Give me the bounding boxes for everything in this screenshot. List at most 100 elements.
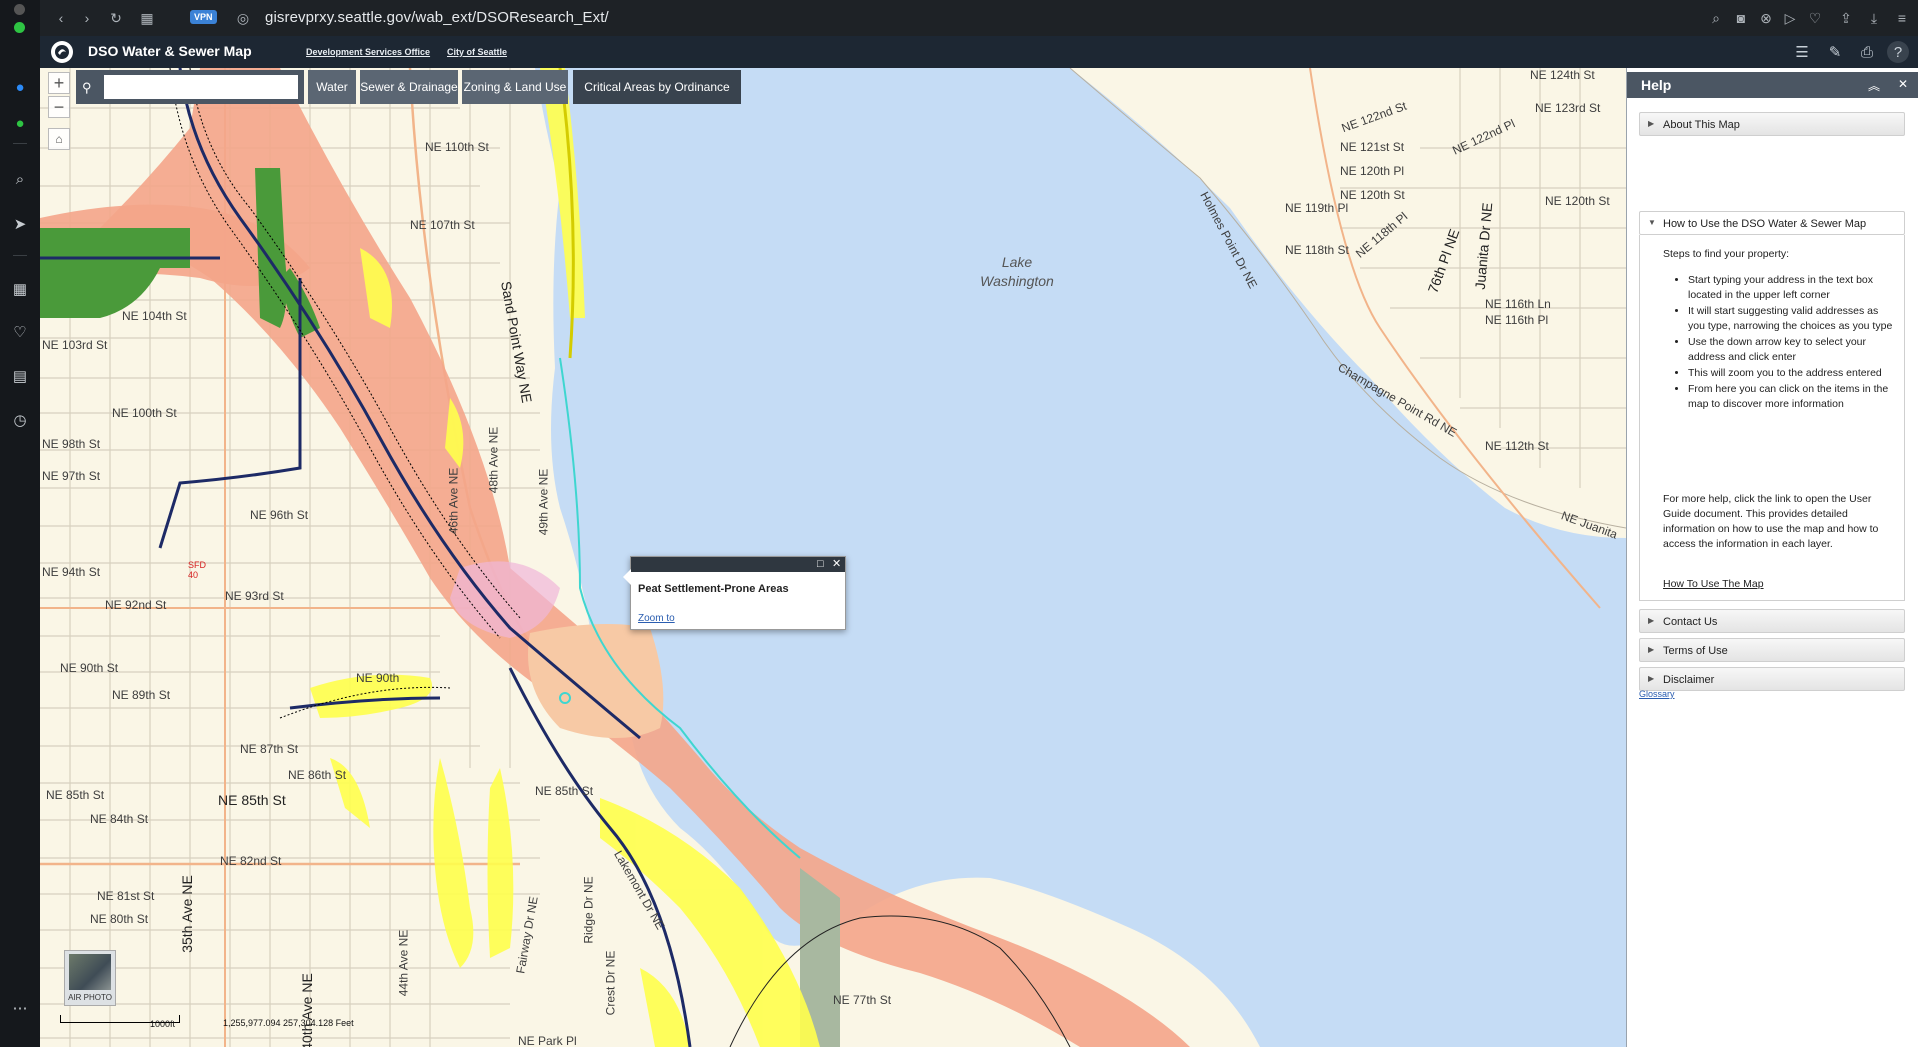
street-label: NE 93rd St [225, 589, 284, 603]
help-header: Help ︽ ✕ [1627, 72, 1918, 98]
address-bar[interactable]: gisrevprxy.seattle.gov/wab_ext/DSOResear… [265, 9, 609, 26]
accordion-contact[interactable]: ▶ Contact Us [1639, 609, 1905, 633]
street-label: NE Park Pl [518, 1034, 577, 1047]
street-label: NE 119th Pl [1285, 201, 1349, 215]
home-button[interactable]: ⌂ [48, 128, 70, 150]
accordion-terms[interactable]: ▶ Terms of Use [1639, 638, 1905, 662]
tabs-icon[interactable]: ▦ [137, 8, 157, 28]
search-icon[interactable]: ⚲ [82, 80, 92, 96]
app-title: DSO Water & Sewer Map [88, 43, 252, 59]
tab-sewer-drainage[interactable]: Sewer & Drainage [360, 70, 458, 104]
help-icon[interactable]: ? [1887, 41, 1909, 63]
download-icon[interactable]: ⤓ [1864, 8, 1884, 28]
heart-icon[interactable]: ♡ [1805, 8, 1825, 28]
air-photo-label: AIR PHOTO [68, 993, 112, 1002]
send-icon[interactable]: ▷ [1780, 8, 1800, 28]
tab-zoning-land-use[interactable]: Zoning & Land Use [462, 70, 568, 104]
air-photo-thumbnail [69, 954, 111, 990]
street-label: NE 120th St [1340, 188, 1405, 202]
apps-icon[interactable]: ▦ [8, 277, 32, 301]
heart-icon[interactable]: ♡ [8, 320, 32, 344]
back-icon[interactable]: ‹ [51, 8, 71, 28]
chevron-right-icon: ▶ [1648, 674, 1655, 683]
forward-icon[interactable]: › [77, 8, 97, 28]
city-of-seattle-link[interactable]: City of Seattle [447, 47, 507, 57]
street-label: NE 85th St [535, 784, 594, 798]
search-icon[interactable]: ⌕ [8, 167, 32, 191]
block-icon[interactable]: ⊗ [1756, 8, 1776, 28]
street-label: 40th Ave NE [298, 973, 315, 1047]
street-label: NE 80th St [90, 912, 149, 926]
popup-title: Peat Settlement-Prone Areas [638, 583, 789, 595]
zoom-out-button[interactable]: − [48, 96, 70, 118]
street-label: NE 84th St [90, 812, 149, 826]
vpn-badge[interactable]: VPN [190, 10, 217, 24]
list-item: From here you can click on the items in … [1688, 382, 1898, 412]
coordinate-readout: 1,255,977.094 257,304.128 Feet [223, 1018, 354, 1028]
help-panel: Help ︽ ✕ ▶ About This Map ▼ How to Use t… [1626, 68, 1918, 1047]
accordion-how-to-use[interactable]: ▼ How to Use the DSO Water & Sewer Map [1639, 211, 1905, 235]
street-label: NE 87th St [240, 742, 299, 756]
street-label: NE 118th St [1285, 243, 1349, 257]
search-input[interactable] [104, 75, 298, 99]
close-icon[interactable]: ✕ [1898, 77, 1908, 91]
whatsapp-icon[interactable]: ● [8, 111, 32, 135]
street-label: NE 104th St [122, 309, 187, 323]
tab-water[interactable]: Water [308, 70, 356, 104]
how-to-use-link[interactable]: How To Use The Map [1663, 578, 1764, 590]
street-label: Crest Dr NE [603, 950, 618, 1016]
browser-toolbar: ‹ › ↻ ▦ VPN ◎ gisrevprxy.seattle.gov/wab… [40, 0, 1918, 36]
globe-icon: ◎ [236, 9, 250, 26]
accordion-about[interactable]: ▶ About This Map [1639, 112, 1905, 136]
menu-icon[interactable]: ≡ [1892, 8, 1912, 28]
dso-link[interactable]: Development Services Office [306, 47, 430, 57]
print-icon[interactable]: ⎙ [1855, 41, 1879, 63]
window-close-dot[interactable] [14, 4, 25, 15]
street-label: NE 120th St [1545, 194, 1610, 208]
window-maximize-dot[interactable] [14, 22, 25, 33]
street-label: NE 123rd St [1535, 101, 1601, 115]
zoom-in-button[interactable]: + [48, 72, 70, 94]
measure-icon[interactable]: ✎ [1823, 41, 1847, 63]
sidebar-divider [13, 255, 27, 256]
reload-icon[interactable]: ↻ [106, 8, 126, 28]
layer-list-icon[interactable]: ☰ [1790, 41, 1814, 63]
list-item: Start typing your address in the text bo… [1688, 273, 1898, 303]
more-icon[interactable]: ⋯ [8, 996, 32, 1020]
street-label: NE 77th St [833, 993, 892, 1007]
street-label: Ridge Dr NE [581, 876, 596, 944]
street-label: 35th Ave NE [178, 875, 195, 953]
accordion-label: About This Map [1663, 119, 1740, 131]
map-view[interactable]: + − ⌂ ⚲ Water Sewer & Drainage Zoning & … [40, 68, 1626, 1047]
send-icon[interactable]: ➤ [8, 212, 32, 236]
glossary-link[interactable]: Glossary [1639, 689, 1675, 699]
close-icon[interactable]: ✕ [832, 557, 841, 572]
tab-critical-areas[interactable]: Critical Areas by Ordinance [573, 70, 741, 104]
street-label: NE 98th St [42, 437, 101, 451]
street-label: NE 90th St [60, 661, 119, 675]
list-item: This will zoom you to the address entere… [1688, 366, 1898, 381]
street-label: NE 110th St [425, 140, 489, 154]
share-icon[interactable]: ⇪ [1836, 8, 1856, 28]
camera-icon[interactable]: ◙ [1731, 8, 1751, 28]
street-label: NE 85th St [46, 788, 105, 802]
street-label: NE 100th St [112, 406, 177, 420]
street-label: 44th Ave NE [396, 929, 411, 997]
zoom-to-link[interactable]: Zoom to [638, 613, 675, 624]
accordion-disclaimer[interactable]: ▶ Disclaimer [1639, 667, 1905, 691]
help-title: Help [1641, 77, 1672, 93]
notes-icon[interactable]: ▤ [8, 364, 32, 388]
app-header: DSO Water & Sewer Map Development Servic… [40, 36, 1918, 68]
history-icon[interactable]: ◷ [8, 408, 32, 432]
chevron-right-icon: ▶ [1648, 119, 1655, 128]
zoom-icon[interactable]: ⌕ [1706, 8, 1726, 28]
air-photo-toggle[interactable]: AIR PHOTO [64, 950, 116, 1006]
lake-label: Lake Washington [980, 254, 1054, 289]
maximize-icon[interactable]: □ [817, 557, 824, 572]
seattle-logo-icon [51, 41, 73, 63]
street-label: NE 107th St [410, 218, 475, 232]
street-label: NE 116th Ln [1485, 297, 1551, 311]
messenger-icon[interactable]: ● [8, 75, 32, 99]
street-label: NE 96th St [250, 508, 309, 522]
collapse-icon[interactable]: ︽ [1868, 77, 1880, 94]
